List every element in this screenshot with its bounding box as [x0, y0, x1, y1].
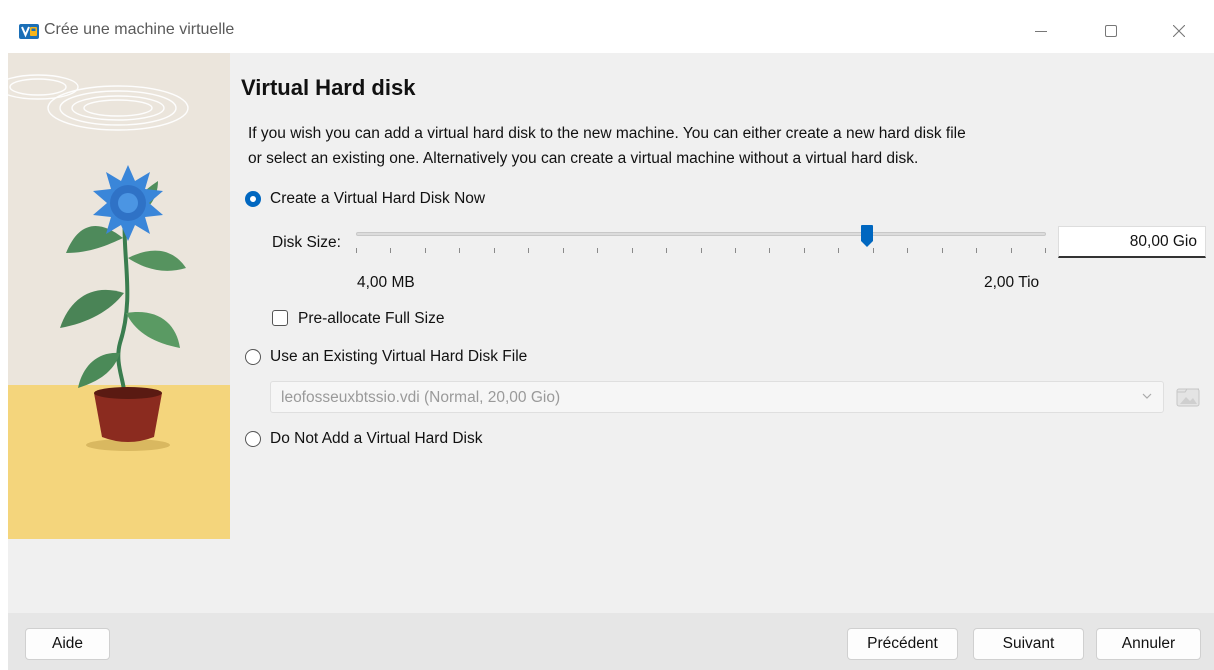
existing-disk-value: leofosseuxbtssio.vdi (Normal, 20,00 Gio) — [281, 389, 561, 406]
slider-thumb[interactable] — [861, 225, 873, 247]
previous-button[interactable]: Précédent — [847, 628, 958, 660]
slider-tick — [459, 248, 460, 253]
slider-tick — [494, 248, 495, 253]
slider-tick — [1045, 248, 1046, 253]
maximize-button[interactable] — [1076, 9, 1146, 53]
disk-size-input[interactable]: 80,00 Gio — [1058, 226, 1206, 258]
wizard-illustration — [8, 53, 230, 539]
close-button[interactable] — [1144, 9, 1214, 53]
slider-tick — [597, 248, 598, 253]
window-title: Crée une machine virtuelle — [44, 21, 235, 38]
slider-tick — [804, 248, 805, 253]
title-bar: Crée une machine virtuelle — [8, 9, 1214, 53]
slider-tick — [942, 248, 943, 253]
slider-tick — [632, 248, 633, 253]
existing-disk-radio[interactable] — [245, 349, 261, 365]
next-button[interactable]: Suivant — [973, 628, 1084, 660]
close-icon — [1173, 25, 1185, 37]
no-disk-radio[interactable] — [245, 431, 261, 447]
minimize-icon — [1035, 31, 1047, 32]
slider-min-label: 4,00 MB — [357, 274, 415, 291]
slider-tick — [390, 248, 391, 253]
slider-tick — [425, 248, 426, 253]
slider-track — [356, 232, 1046, 236]
existing-disk-label[interactable]: Use an Existing Virtual Hard Disk File — [270, 348, 527, 366]
page-description: If you wish you can add a virtual hard d… — [248, 121, 1118, 171]
page-title: Virtual Hard disk — [241, 75, 416, 100]
disk-size-label: Disk Size: — [272, 234, 341, 251]
slider-tick — [356, 248, 357, 253]
slider-tick — [907, 248, 908, 253]
slider-tick — [976, 248, 977, 253]
slider-tick — [735, 248, 736, 253]
description-line: or select an existing one. Alternatively… — [248, 150, 919, 167]
slider-tick — [666, 248, 667, 253]
no-disk-label[interactable]: Do Not Add a Virtual Hard Disk — [270, 430, 483, 448]
slider-tick — [701, 248, 702, 253]
help-button[interactable]: Aide — [25, 628, 110, 660]
maximize-icon — [1105, 25, 1117, 37]
preallocate-label[interactable]: Pre-allocate Full Size — [298, 310, 444, 328]
slider-tick — [563, 248, 564, 253]
slider-max-label: 2,00 Tio — [984, 274, 1040, 291]
slider-tick — [769, 248, 770, 253]
preallocate-checkbox[interactable] — [272, 310, 288, 326]
slider-tick — [873, 248, 874, 253]
chevron-down-icon — [1142, 393, 1152, 399]
dialog-window: Crée une machine virtuelle Virtual Hard … — [8, 9, 1214, 670]
create-disk-label[interactable]: Create a Virtual Hard Disk Now — [270, 190, 485, 208]
slider-tick — [838, 248, 839, 253]
cancel-button[interactable]: Annuler — [1096, 628, 1201, 660]
create-disk-radio[interactable] — [245, 191, 261, 207]
slider-tick — [1011, 248, 1012, 253]
existing-disk-select[interactable]: leofosseuxbtssio.vdi (Normal, 20,00 Gio) — [270, 381, 1164, 413]
disk-size-slider[interactable] — [356, 225, 1046, 270]
description-line: If you wish you can add a virtual hard d… — [248, 125, 966, 142]
folder-icon[interactable] — [1174, 382, 1202, 412]
minimize-button[interactable] — [1006, 9, 1076, 53]
slider-tick — [528, 248, 529, 253]
virtualbox-icon — [19, 24, 39, 39]
